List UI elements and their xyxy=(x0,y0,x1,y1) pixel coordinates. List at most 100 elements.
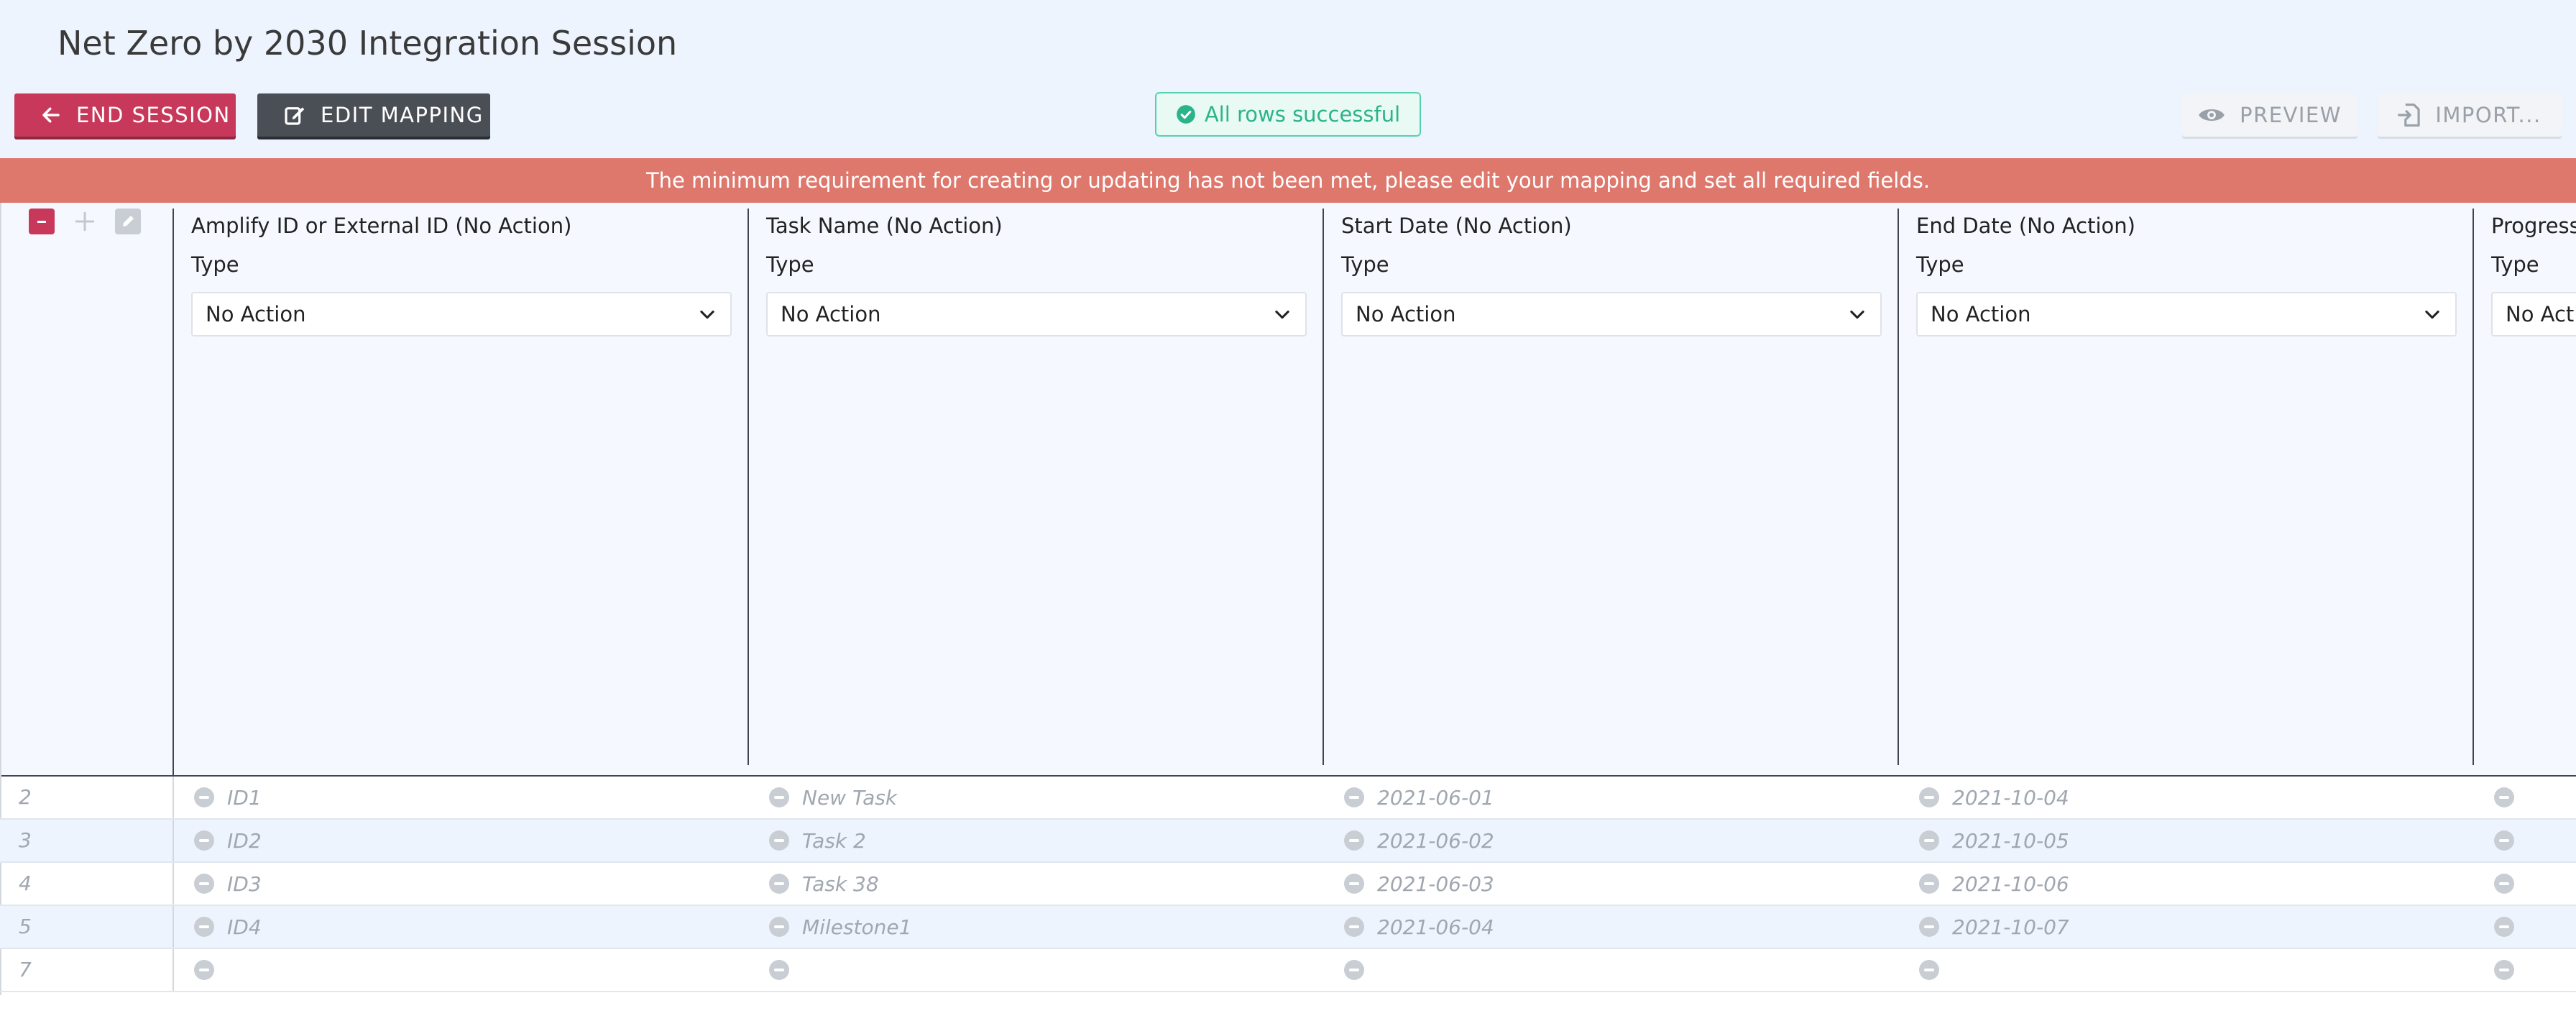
status-text: All rows successful xyxy=(1204,102,1401,127)
column-title: Task Name (No Action) xyxy=(766,214,1003,238)
edit-row-button[interactable] xyxy=(115,209,141,234)
column-title: Start Date (No Action) xyxy=(1341,214,1572,238)
type-label: Type xyxy=(2491,252,2539,277)
minus-circle-icon xyxy=(194,830,214,851)
table-cell[interactable] xyxy=(194,949,227,991)
table-row[interactable]: 2 ID1 New Task 2021-06-01 2021-10-04 xyxy=(0,777,2576,820)
minus-circle-icon xyxy=(2494,787,2514,807)
minus-circle-icon xyxy=(2494,917,2514,937)
arrow-left-icon xyxy=(42,107,60,123)
edit-mapping-button[interactable]: EDIT MAPPING xyxy=(257,93,490,137)
select-value: No Action xyxy=(781,302,881,326)
type-label: Type xyxy=(1341,252,1389,277)
select-value: No Action xyxy=(206,302,306,326)
table-cell[interactable]: ID3 xyxy=(194,863,262,905)
end-session-label: END SESSION xyxy=(76,103,231,127)
row-number: 2 xyxy=(19,785,32,809)
select-value: No Action xyxy=(1931,302,2031,326)
row-divider xyxy=(172,820,174,861)
type-select[interactable]: No Action xyxy=(766,292,1307,336)
chevron-down-icon xyxy=(1850,310,1864,319)
table-cell[interactable]: Task 2 xyxy=(769,820,866,861)
table-cell[interactable] xyxy=(2494,949,2527,991)
cell-text: Task 38 xyxy=(802,871,879,896)
cell-text: New Task xyxy=(802,785,898,810)
type-select[interactable]: No Action xyxy=(191,292,732,336)
preview-button[interactable]: PREVIEW xyxy=(2182,93,2358,137)
warning-banner: The minimum requirement for creating or … xyxy=(0,158,2576,203)
table-cell[interactable]: 2021-06-03 xyxy=(1344,863,1494,905)
table-cell[interactable] xyxy=(2494,906,2527,948)
table-cell[interactable]: New Task xyxy=(769,777,897,818)
type-label: Type xyxy=(1916,252,1964,277)
table-cell[interactable]: ID4 xyxy=(194,906,262,948)
select-value: No Action xyxy=(2506,302,2576,326)
column-header-end-date: End Date (No Action) Type No Action xyxy=(1916,209,2457,336)
row-number: 7 xyxy=(19,958,32,981)
type-select[interactable]: No Action xyxy=(1916,292,2457,336)
table-cell[interactable] xyxy=(1919,949,1952,991)
table-cell[interactable]: Milestone1 xyxy=(769,906,911,948)
table-cell[interactable]: 2021-10-04 xyxy=(1919,777,2069,818)
cell-text: 2021-06-02 xyxy=(1377,828,1494,853)
row-controls xyxy=(29,209,141,234)
import-button[interactable]: IMPORT... xyxy=(2378,93,2562,137)
table-cell[interactable] xyxy=(2494,777,2527,818)
table-cell[interactable]: ID2 xyxy=(194,820,262,861)
table-row[interactable]: 5 ID4 Milestone1 2021-06-04 2021-10-07 xyxy=(0,906,2576,949)
table-cell[interactable]: 2021-10-05 xyxy=(1919,820,2069,861)
minus-circle-icon xyxy=(769,917,789,937)
type-select[interactable]: No Action xyxy=(2491,292,2576,336)
minus-circle-icon xyxy=(1919,960,1939,980)
table-cell[interactable]: 2021-06-01 xyxy=(1344,777,1494,818)
minus-circle-icon xyxy=(194,874,214,894)
table-cell[interactable]: 2021-10-07 xyxy=(1919,906,2069,948)
table-cell[interactable]: Task 38 xyxy=(769,863,879,905)
cell-text: Task 2 xyxy=(802,828,866,853)
preview-label: PREVIEW xyxy=(2240,103,2342,127)
type-select[interactable]: No Action xyxy=(1341,292,1882,336)
minus-circle-icon xyxy=(1344,874,1364,894)
table-row[interactable]: 7 xyxy=(0,949,2576,992)
column-divider xyxy=(2472,209,2474,765)
cell-text: 2021-06-01 xyxy=(1377,785,1494,810)
table-row[interactable]: 3 ID2 Task 2 2021-06-02 2021-10-05 xyxy=(0,820,2576,863)
cell-text: Milestone1 xyxy=(802,915,912,939)
minus-circle-icon xyxy=(1919,917,1939,937)
column-title: Amplify ID or External ID (No Action) xyxy=(191,214,572,238)
cell-text: ID2 xyxy=(227,828,262,853)
grid-footer xyxy=(0,995,2576,1021)
add-row-button[interactable] xyxy=(72,209,98,234)
column-header-start-date: Start Date (No Action) Type No Action xyxy=(1341,209,1882,336)
table-cell[interactable]: 2021-06-04 xyxy=(1344,906,1494,948)
plus-icon xyxy=(75,212,94,231)
table-row[interactable]: 4 ID3 Task 38 2021-06-03 2021-10-06 xyxy=(0,863,2576,906)
column-header-task-name: Task Name (No Action) Type No Action xyxy=(766,209,1307,336)
minus-circle-icon xyxy=(769,787,789,807)
table-cell[interactable] xyxy=(2494,863,2527,905)
row-number: 4 xyxy=(19,871,32,895)
cell-text: 2021-06-03 xyxy=(1377,871,1494,896)
minus-circle-icon xyxy=(769,960,789,980)
column-header-progress: Progress Type No Action xyxy=(2491,209,2576,336)
minus-circle-icon xyxy=(1344,830,1364,851)
minus-circle-icon xyxy=(769,874,789,894)
page-title: Net Zero by 2030 Integration Session xyxy=(58,24,678,63)
cell-text: 2021-10-05 xyxy=(1952,828,2069,853)
cell-text: 2021-10-04 xyxy=(1952,785,2069,810)
table-cell[interactable]: ID1 xyxy=(194,777,262,818)
table-cell[interactable] xyxy=(769,949,802,991)
column-title: Progress xyxy=(2491,214,2576,238)
minus-circle-icon xyxy=(1919,787,1939,807)
table-cell[interactable]: 2021-06-02 xyxy=(1344,820,1494,861)
table-cell[interactable] xyxy=(1344,949,1377,991)
cell-text: 2021-06-04 xyxy=(1377,915,1494,939)
table-cell[interactable]: 2021-10-06 xyxy=(1919,863,2069,905)
data-rows: 2 ID1 New Task 2021-06-01 2021-10-04 3 I… xyxy=(0,777,2576,992)
table-cell[interactable] xyxy=(2494,820,2527,861)
chevron-down-icon xyxy=(1275,310,1289,319)
cell-text: ID1 xyxy=(227,785,262,810)
remove-row-button[interactable] xyxy=(29,209,55,234)
end-session-button[interactable]: END SESSION xyxy=(14,93,236,137)
row-divider xyxy=(172,906,174,948)
